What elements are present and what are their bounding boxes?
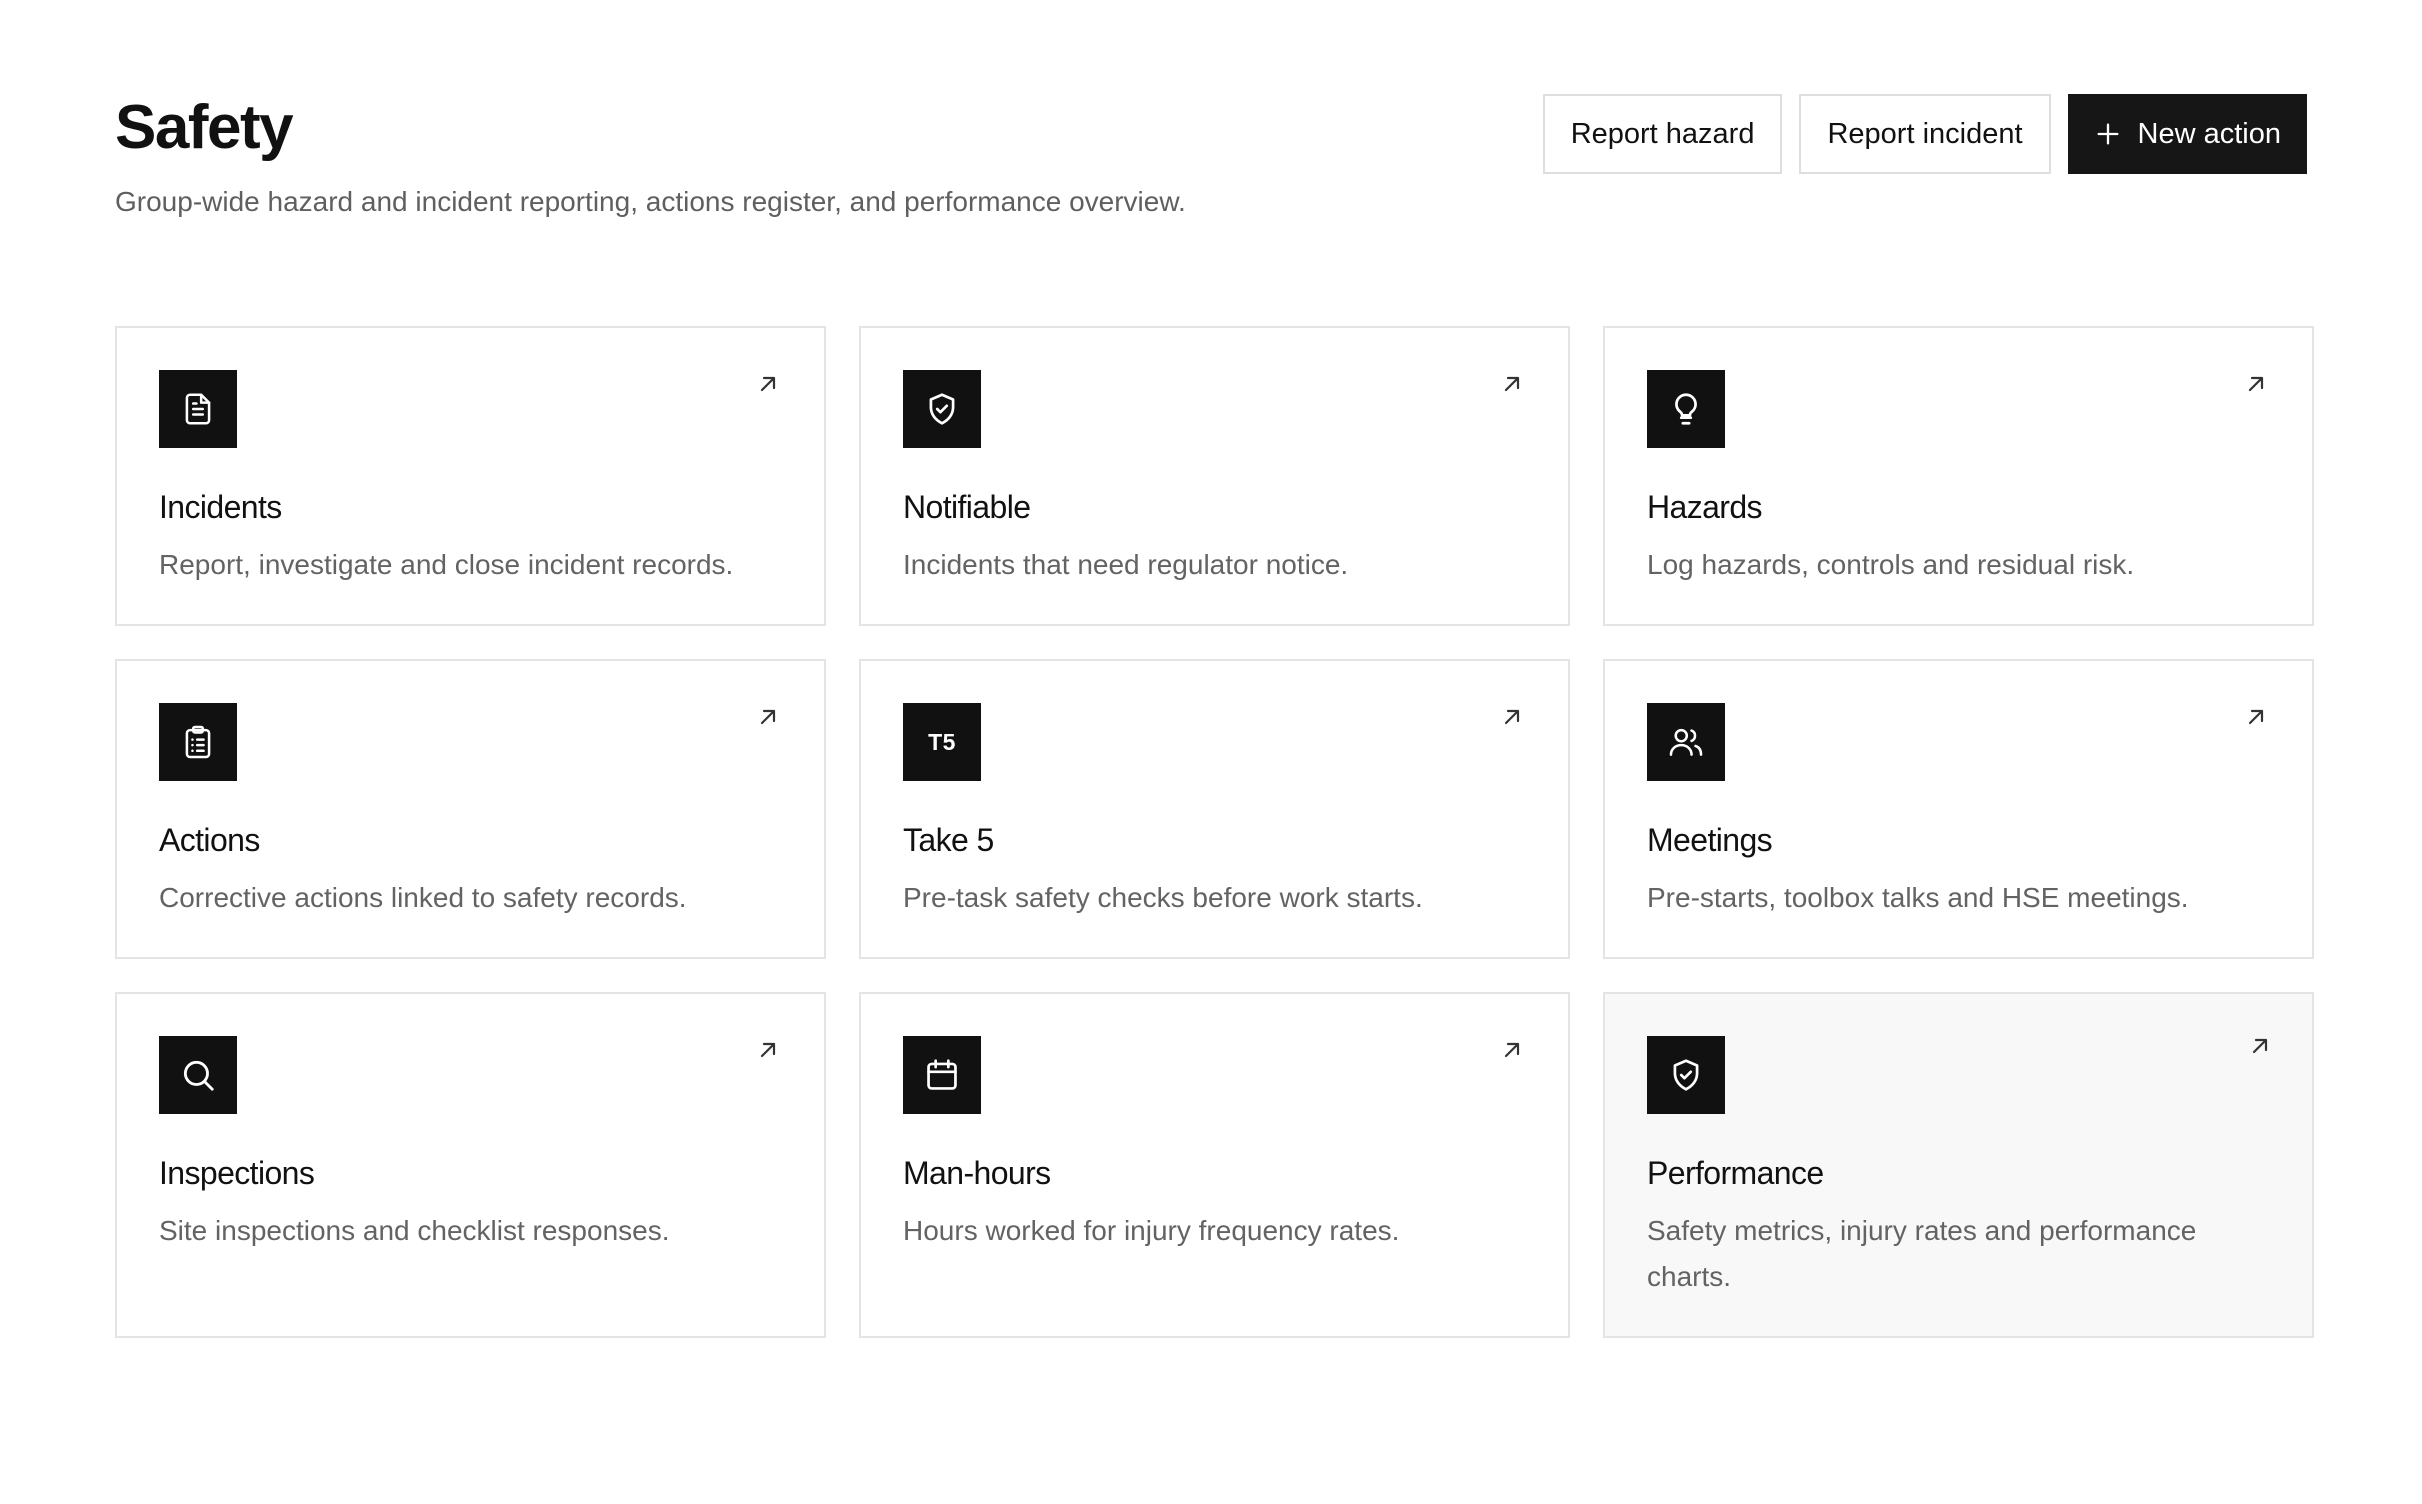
card-title: Man-hours xyxy=(903,1155,1051,1191)
arrow-up-right-icon xyxy=(756,372,780,396)
page-header: Safety Group-wide hazard and incident re… xyxy=(115,0,2307,326)
arrow-up-right-icon xyxy=(756,1038,780,1062)
card-title: Incidents xyxy=(159,489,282,525)
card-description: Site inspections and checklist responses… xyxy=(159,1215,670,1246)
plus-icon xyxy=(2094,120,2122,148)
new-action-button[interactable]: New action xyxy=(2067,94,2307,174)
shield-check-icon xyxy=(1647,1036,1725,1114)
arrow-up-right-icon xyxy=(1500,372,1524,396)
card-description: Hours worked for injury frequency rates. xyxy=(903,1215,1400,1246)
card-description: Safety metrics, injury rates and perform… xyxy=(1647,1215,2197,1292)
card-title: Meetings xyxy=(1647,822,1773,858)
card-title: Notifiable xyxy=(903,489,1031,525)
card-incidents[interactable]: Incidents Report, investigate and close … xyxy=(115,326,826,626)
document-icon xyxy=(159,370,237,448)
card-inspections[interactable]: Inspections Site inspections and checkli… xyxy=(115,992,826,1338)
card-actions[interactable]: Actions Corrective actions linked to saf… xyxy=(115,659,826,959)
lightbulb-icon xyxy=(1647,370,1725,448)
card-description: Report, investigate and close incident r… xyxy=(159,549,734,580)
card-title: Performance xyxy=(1647,1155,1824,1191)
card-title: Take 5 xyxy=(903,822,994,858)
card-description: Log hazards, controls and residual risk. xyxy=(1647,549,2135,580)
calendar-icon xyxy=(903,1036,981,1114)
page-title: Safety xyxy=(115,93,294,162)
card-title: Inspections xyxy=(159,1155,315,1191)
arrow-up-right-icon xyxy=(2244,705,2268,729)
card-take-5[interactable]: T5 Take 5 Pre-task safety checks before … xyxy=(859,659,1570,959)
report-incident-button[interactable]: Report incident xyxy=(1799,94,2051,174)
t5-badge-text: T5 xyxy=(928,728,956,755)
safety-page: Safety Group-wide hazard and incident re… xyxy=(0,0,2422,1504)
card-performance[interactable]: Performance Safety metrics, injury rates… xyxy=(1603,992,2314,1338)
arrow-up-right-icon xyxy=(1500,1038,1524,1062)
shield-check-icon xyxy=(903,370,981,448)
new-action-label: New action xyxy=(2137,117,2281,150)
card-description: Pre-starts, toolbox talks and HSE meetin… xyxy=(1647,882,2189,913)
card-title: Hazards xyxy=(1647,489,1763,525)
search-icon xyxy=(159,1036,237,1114)
card-man-hours[interactable]: Man-hours Hours worked for injury freque… xyxy=(859,992,1570,1338)
arrow-up-right-icon xyxy=(2244,372,2268,396)
arrow-up-right-icon xyxy=(2248,1034,2272,1058)
card-description: Corrective actions linked to safety reco… xyxy=(159,882,687,913)
arrow-up-right-icon xyxy=(1500,705,1524,729)
clipboard-list-icon xyxy=(159,703,237,781)
card-notifiable[interactable]: Notifiable Incidents that need regulator… xyxy=(859,326,1570,626)
card-meetings[interactable]: Meetings Pre-starts, toolbox talks and H… xyxy=(1603,659,2314,959)
arrow-up-right-icon xyxy=(756,705,780,729)
header-actions: Report hazard Report incident New action xyxy=(1542,94,2307,174)
card-hazards[interactable]: Hazards Log hazards, controls and residu… xyxy=(1603,326,2314,626)
report-hazard-button[interactable]: Report hazard xyxy=(1542,94,1783,174)
module-grid: Incidents Report, investigate and close … xyxy=(115,326,2314,1338)
card-title: Actions xyxy=(159,822,260,858)
t5-badge-icon: T5 xyxy=(903,703,981,781)
card-description: Incidents that need regulator notice. xyxy=(903,549,1349,580)
users-icon xyxy=(1647,703,1725,781)
card-description: Pre-task safety checks before work start… xyxy=(903,882,1423,913)
page-subtitle: Group-wide hazard and incident reporting… xyxy=(115,186,1186,217)
